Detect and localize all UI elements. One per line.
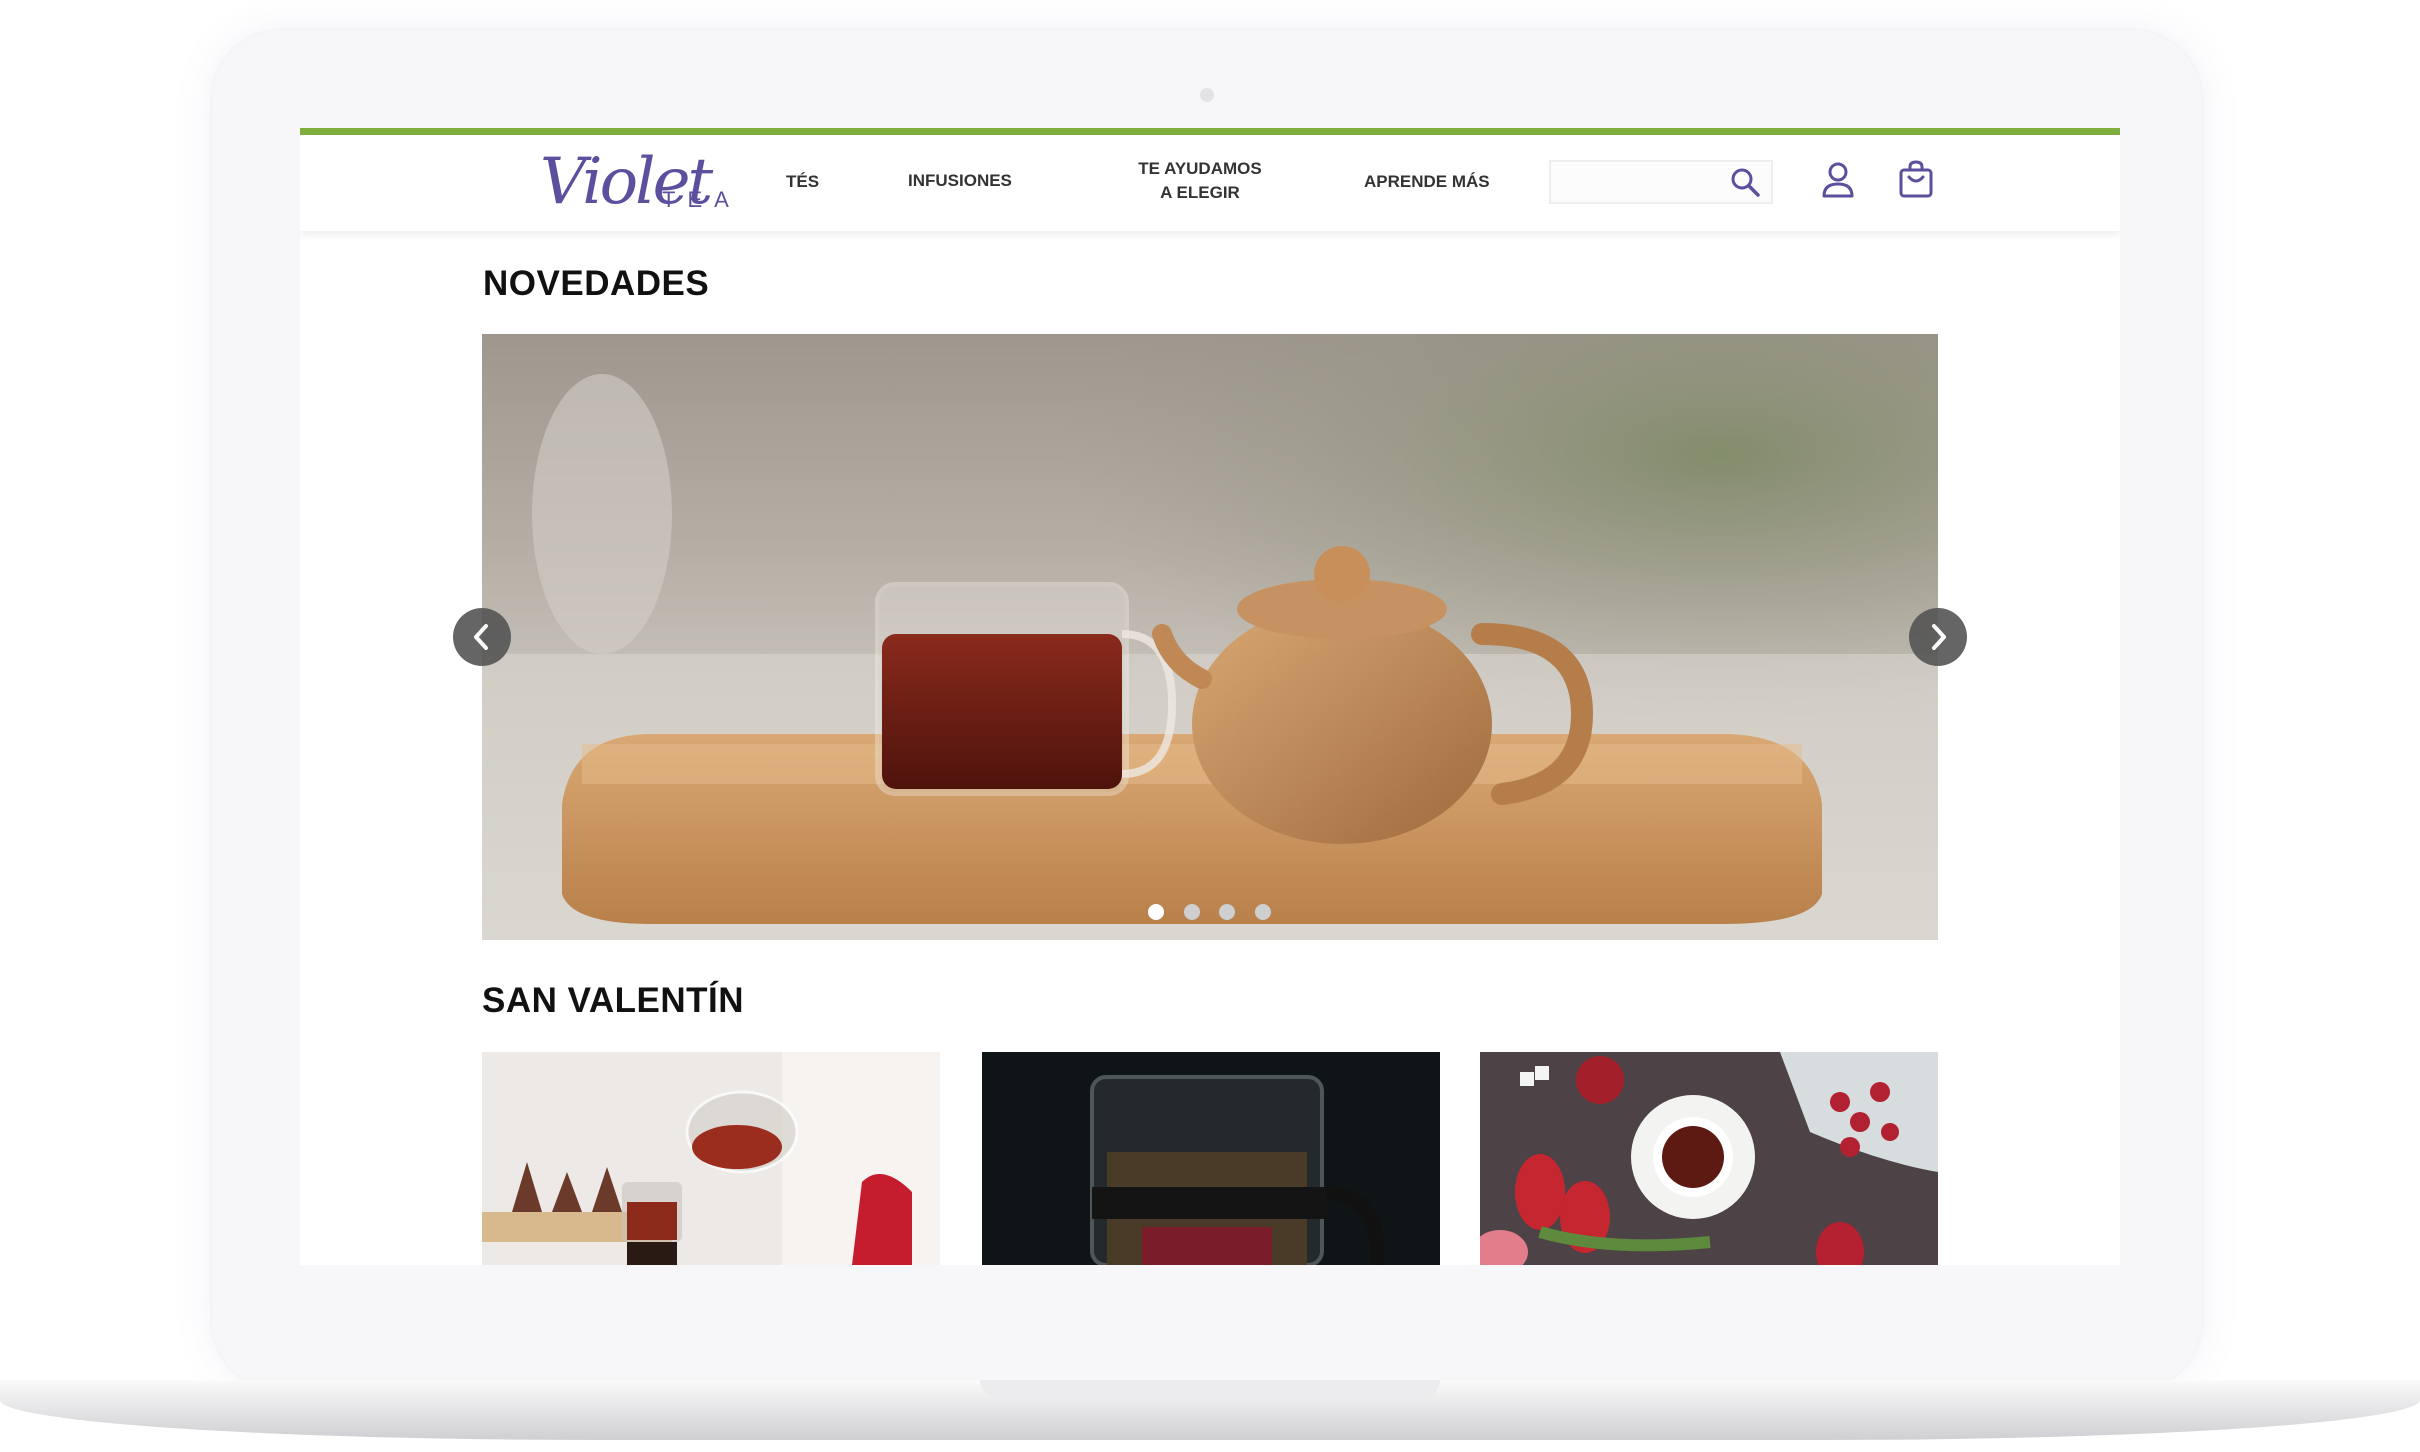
tile-image-tea-tulips [1480, 1052, 1938, 1265]
slide-image [482, 334, 1938, 940]
product-tile-2[interactable] [982, 1052, 1440, 1265]
carousel-dot-4[interactable] [1255, 904, 1271, 920]
logo-tea: TEA [662, 187, 741, 212]
nav-item-tes[interactable]: TÉS [786, 170, 819, 194]
carousel-dot-2[interactable] [1184, 904, 1200, 920]
carousel-next-button[interactable] [1909, 608, 1967, 666]
site-header: Violet TEA TÉS INFUSIONES TE AYUDAMOS A … [300, 135, 2120, 231]
laptop-notch [980, 1380, 1440, 1398]
shopping-bag-icon[interactable] [1898, 159, 1934, 204]
user-icon[interactable] [1820, 161, 1856, 204]
carousel-dot-1[interactable] [1148, 904, 1164, 920]
tile-image-teapot [482, 1052, 940, 1265]
product-tile-1[interactable] [482, 1052, 940, 1265]
nav-item-te-ayudamos[interactable]: TE AYUDAMOS A ELEGIR [1130, 157, 1270, 205]
tile-image-french-press [982, 1052, 1440, 1265]
product-tile-3[interactable] [1480, 1052, 1938, 1265]
camera-dot [1200, 88, 1214, 102]
chevron-right-icon [1932, 624, 1946, 650]
top-accent-bar [300, 128, 2120, 135]
carousel-prev-button[interactable] [453, 608, 511, 666]
carousel-slide[interactable] [482, 334, 1938, 940]
nav-item-aprende-mas[interactable]: APRENDE MÁS [1364, 170, 1490, 194]
nav-item-te-ayudamos-line1: TE AYUDAMOS [1138, 159, 1262, 178]
nav-item-te-ayudamos-line2: A ELEGIR [1160, 183, 1240, 202]
search-box [1549, 160, 1773, 204]
nav-item-infusiones[interactable]: INFUSIONES [908, 169, 1012, 193]
chevron-left-icon [474, 624, 488, 650]
search-icon[interactable] [1729, 166, 1761, 203]
screen: Violet TEA TÉS INFUSIONES TE AYUDAMOS A … [300, 128, 2120, 1265]
section-title-novedades: NOVEDADES [483, 264, 710, 303]
section-title-san-valentin: SAN VALENTÍN [482, 981, 745, 1020]
carousel-dot-3[interactable] [1219, 904, 1235, 920]
search-input[interactable] [1551, 162, 1731, 198]
